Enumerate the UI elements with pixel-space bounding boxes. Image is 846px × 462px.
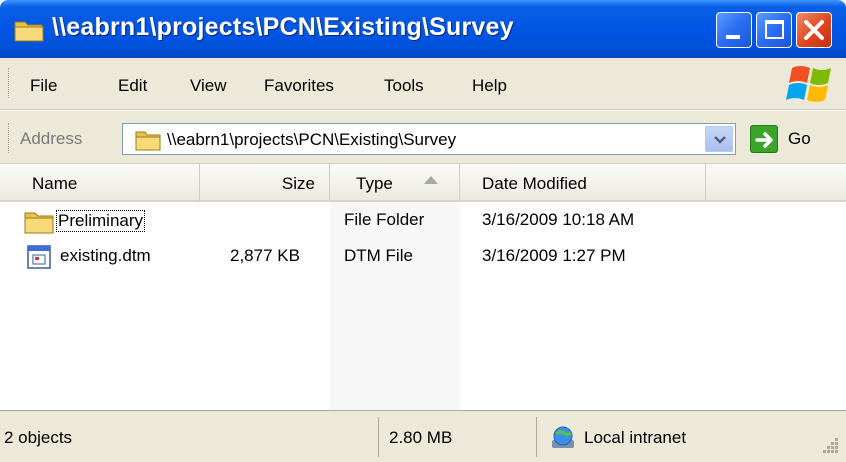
minimize-icon [726, 35, 740, 39]
column-header-size[interactable]: Size [200, 164, 330, 202]
folder-icon [14, 21, 44, 42]
column-header-label: Date Modified [482, 174, 587, 193]
local-intranet-icon [552, 426, 574, 448]
column-header-label: Size [281, 174, 315, 193]
windows-logo-icon [786, 66, 831, 102]
address-bar: Address \\eabrn1\projects\PCN\Existing\S… [0, 110, 846, 164]
address-value: \\eabrn1\projects\PCN\Existing\Survey [167, 130, 457, 149]
menu-tools[interactable]: Tools [384, 76, 424, 96]
close-icon [804, 20, 824, 40]
column-header-name[interactable]: Name [0, 164, 200, 202]
list-item[interactable]: Preliminary File Folder 3/16/2009 10:18 … [0, 204, 846, 238]
column-header-type[interactable]: Type [330, 164, 460, 202]
sort-ascending-icon [424, 176, 438, 184]
folder-icon [135, 131, 161, 151]
maximize-button[interactable] [756, 12, 792, 48]
resize-grip-icon[interactable] [820, 435, 840, 455]
file-type: File Folder [344, 210, 425, 229]
chevron-down-icon [714, 136, 726, 144]
menu-bar: File Edit View Favorites Tools Help [0, 58, 846, 110]
title-bar[interactable]: \\eabrn1\projects\PCN\Existing\Survey [0, 0, 846, 58]
address-label: Address [20, 129, 83, 148]
status-bar: 2 objects 2.80 MB Local intranet [0, 410, 846, 462]
file-date-modified: 3/16/2009 10:18 AM [482, 210, 635, 229]
menu-favorites[interactable]: Favorites [264, 76, 334, 96]
toolbar-grip[interactable] [8, 123, 11, 153]
file-type: DTM File [344, 246, 413, 265]
folder-icon [24, 212, 54, 234]
go-arrow-icon [750, 125, 778, 153]
list-item[interactable]: existing.dtm 2,877 KB DTM File 3/16/2009… [0, 240, 846, 274]
file-date-modified: 3/16/2009 1:27 PM [482, 246, 626, 265]
status-section-size: 2.80 MB [378, 417, 528, 457]
menu-help[interactable]: Help [472, 76, 507, 96]
minimize-button[interactable] [716, 12, 752, 48]
window-title: \\eabrn1\projects\PCN\Existing\Survey [52, 13, 514, 41]
maximize-icon [765, 20, 784, 39]
file-icon [27, 245, 51, 269]
column-header-label: Name [32, 174, 78, 193]
column-header-label: Type [356, 174, 393, 193]
file-list[interactable]: Preliminary File Folder 3/16/2009 10:18 … [0, 202, 846, 410]
status-total-size: 2.80 MB [389, 428, 453, 447]
toolbar-grip[interactable] [8, 68, 11, 98]
go-button[interactable]: Go [742, 119, 832, 159]
address-input[interactable]: \\eabrn1\projects\PCN\Existing\Survey [122, 123, 736, 155]
status-object-count: 2 objects [4, 428, 73, 447]
menu-view[interactable]: View [190, 76, 227, 96]
file-size: 2,877 KB [230, 246, 300, 265]
menu-file[interactable]: File [30, 76, 57, 96]
menu-edit[interactable]: Edit [118, 76, 147, 96]
go-label: Go [788, 129, 811, 148]
file-name: existing.dtm [60, 246, 151, 265]
column-header-bar: Name Size Type Date Modified [0, 164, 846, 202]
close-button[interactable] [796, 12, 832, 48]
column-header-date-modified[interactable]: Date Modified [460, 164, 706, 202]
status-zone-label: Local intranet [584, 428, 687, 447]
file-name: Preliminary [56, 210, 146, 232]
address-dropdown-button[interactable] [705, 126, 733, 152]
